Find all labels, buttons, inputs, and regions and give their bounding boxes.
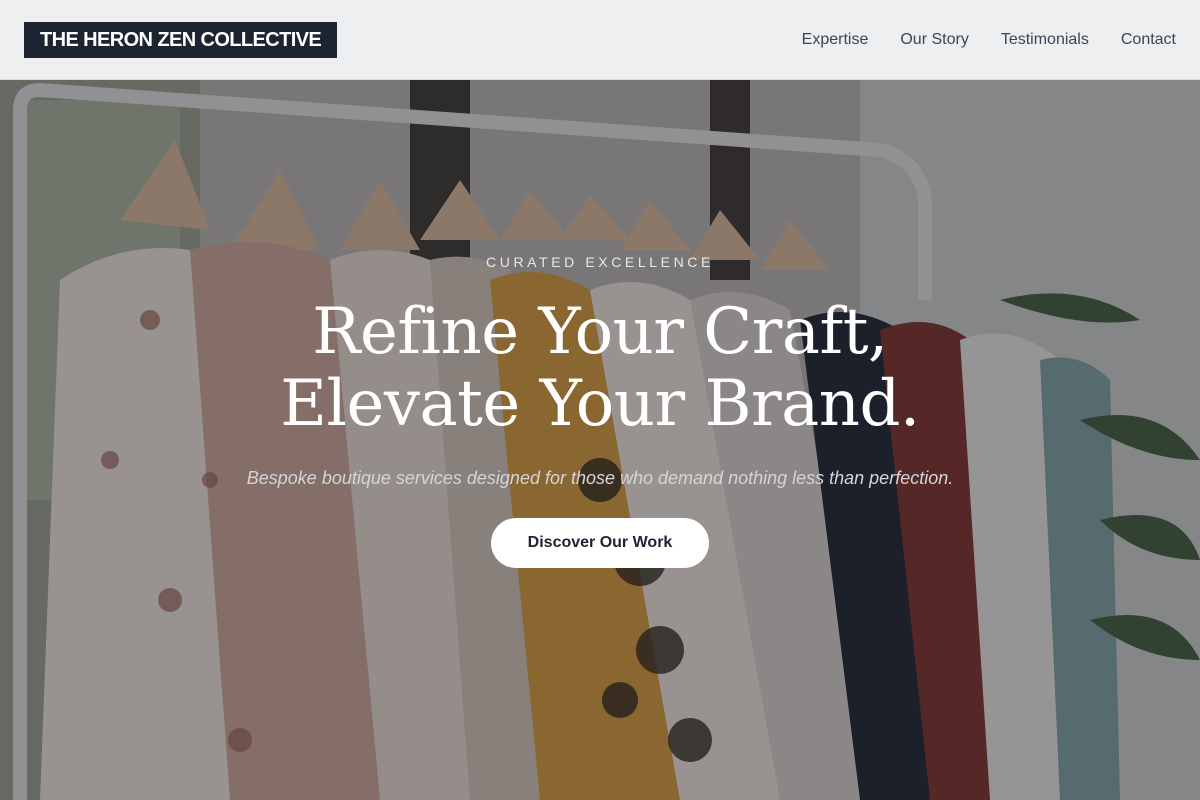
hero-eyebrow: CURATED EXCELLENCE bbox=[486, 254, 714, 270]
nav-link-expertise[interactable]: Expertise bbox=[802, 31, 869, 49]
site-header: THE HERON ZEN COLLECTIVE Expertise Our S… bbox=[0, 0, 1200, 80]
main-nav: Expertise Our Story Testimonials Contact bbox=[802, 0, 1176, 80]
hero-headline-line-2: Elevate Your Brand. bbox=[280, 367, 920, 441]
page: THE HERON ZEN COLLECTIVE Expertise Our S… bbox=[0, 0, 1200, 800]
hero-section: CURATED EXCELLENCE Refine Your Craft, El… bbox=[0, 252, 1200, 568]
discover-our-work-button[interactable]: Discover Our Work bbox=[491, 518, 709, 568]
nav-link-testimonials[interactable]: Testimonials bbox=[1001, 31, 1089, 49]
hero-headline-line-1: Refine Your Craft, bbox=[312, 295, 888, 369]
logo[interactable]: THE HERON ZEN COLLECTIVE bbox=[24, 22, 338, 58]
nav-link-our-story[interactable]: Our Story bbox=[900, 31, 968, 49]
hero-headline: Refine Your Craft, Elevate Your Brand. bbox=[0, 296, 1200, 440]
nav-link-contact[interactable]: Contact bbox=[1121, 31, 1176, 49]
hero-subtitle: Bespoke boutique services designed for t… bbox=[246, 468, 954, 488]
